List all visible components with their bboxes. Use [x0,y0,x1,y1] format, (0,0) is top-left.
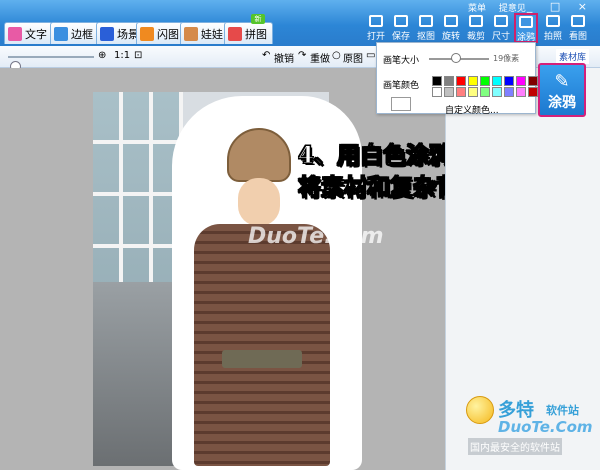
top-bar: 菜单 提意见 _ □ × 文字 边框 场景 闪图 娃娃 拼图 新 打开 保存 抠… [0,0,600,46]
tab-label: 边框 [71,27,93,41]
tab-doll[interactable]: 娃娃 [180,22,229,44]
color-swatch[interactable] [516,76,526,86]
zoom-in-icon[interactable]: ⊕ [98,50,106,61]
zoom-slider[interactable] [8,56,94,72]
tool-label: 裁剪 [466,32,485,42]
helmet [227,128,291,182]
face [238,178,280,226]
compare-icon: ▭ [366,50,376,61]
camera-icon [546,15,560,27]
save-icon [394,15,408,27]
tool-view[interactable]: 看图 [566,15,590,42]
undo-button[interactable]: 撤销 [274,50,294,65]
tool-label: 看图 [568,32,587,42]
color-swatch[interactable] [456,76,466,86]
wall-background [93,282,183,466]
tool-cutout[interactable]: 抠图 [414,15,438,42]
color-swatch[interactable] [480,87,490,97]
color-swatch[interactable] [432,76,442,86]
tool-label: 尺寸 [491,32,510,42]
tab-collage[interactable]: 拼图 [224,22,273,44]
tab-text[interactable]: 文字 [4,22,53,44]
color-swatch[interactable] [492,76,502,86]
redo-icon: ↷ [298,50,307,61]
color-swatch[interactable] [516,87,526,97]
material-library-tab[interactable]: 素材库 [556,49,590,64]
collage-icon [228,26,242,41]
text-icon [8,26,22,41]
rotate-icon [444,15,458,27]
doodle-active-button[interactable]: ✎ 涂鸦 [538,63,586,117]
brush-settings-popup: 画笔大小 19像素 画笔颜色 自定义颜色... [376,42,538,116]
tab-label: 拼图 [245,27,267,41]
flash-icon [140,26,154,41]
color-swatch[interactable] [528,76,538,86]
brush-size-value: 19像素 [493,54,520,63]
armor [194,224,330,466]
ratio-button[interactable]: 1:1 [114,50,130,61]
tool-save[interactable]: 保存 [389,15,413,42]
tool-label: 旋转 [441,32,460,42]
logo-cn-suffix: 软件站 [546,404,579,417]
brush-icon: ✎ [554,71,570,92]
logo-en-name: DuoTe.Com [498,418,593,436]
window-controls[interactable]: _ □ × [527,0,594,13]
tool-label: 打开 [366,32,385,42]
brush-icon [519,16,533,28]
tool-photo[interactable]: 拍照 [541,15,565,42]
color-swatch[interactable] [468,87,478,97]
color-swatch[interactable] [456,87,466,97]
tool-open[interactable]: 打开 [364,15,388,42]
logo-tagline: 国内最安全的软件站 [468,438,562,455]
tool-crop[interactable]: 裁剪 [464,15,488,42]
color-swatch[interactable] [480,76,490,86]
resize-icon [494,15,508,27]
tab-flash[interactable]: 闪图 [136,22,185,44]
custom-color-button[interactable]: 自定义颜色... [445,103,499,116]
color-palette [432,76,538,97]
tool-label: 抠图 [416,32,435,42]
original-button[interactable]: 原图 [343,50,363,65]
tool-rotate[interactable]: 旋转 [439,15,463,42]
color-swatch[interactable] [444,87,454,97]
border-icon [54,26,68,41]
watermark: DuoTe.com [248,224,384,249]
scene-icon [100,26,114,41]
color-swatch[interactable] [432,87,442,97]
color-swatch[interactable] [468,76,478,86]
tab-label: 闪图 [157,27,179,41]
color-swatch[interactable] [528,87,538,97]
redo-button[interactable]: 重做 [310,50,330,65]
crop-icon [469,15,483,27]
current-color-preview [391,97,411,111]
brush-color-label: 画笔颜色 [383,81,420,91]
color-swatch[interactable] [504,87,514,97]
doll-icon [184,26,198,41]
undo-icon: ↶ [262,50,271,61]
fit-icon[interactable]: ⊡ [134,50,142,61]
folder-icon [369,15,383,27]
tool-size[interactable]: 尺寸 [489,15,513,42]
color-swatch[interactable] [444,76,454,86]
new-badge: 新 [251,14,265,24]
tab-label: 娃娃 [201,27,223,41]
tool-doodle[interactable]: 涂鸦 [514,13,538,43]
eye-icon [571,15,585,27]
tab-label: 文字 [25,27,47,41]
color-swatch[interactable] [504,76,514,86]
brush-size-label: 画笔大小 [383,56,420,66]
cutout-icon [419,15,433,27]
belt [222,350,302,368]
tab-border[interactable]: 边框 [50,22,99,44]
tool-label: 保存 [391,32,410,42]
duote-logo: 多特 软件站 DuoTe.Com 国内最安全的软件站 [462,394,596,464]
doodle-button-label: 涂鸦 [548,95,576,111]
original-radio-icon: ○ [332,50,341,61]
editing-canvas[interactable] [0,68,445,470]
mascot-icon [466,396,494,424]
brush-size-handle[interactable] [451,53,461,63]
menu-link[interactable]: 菜单 [468,4,486,14]
tool-label: 拍照 [543,32,562,42]
color-swatch[interactable] [492,87,502,97]
